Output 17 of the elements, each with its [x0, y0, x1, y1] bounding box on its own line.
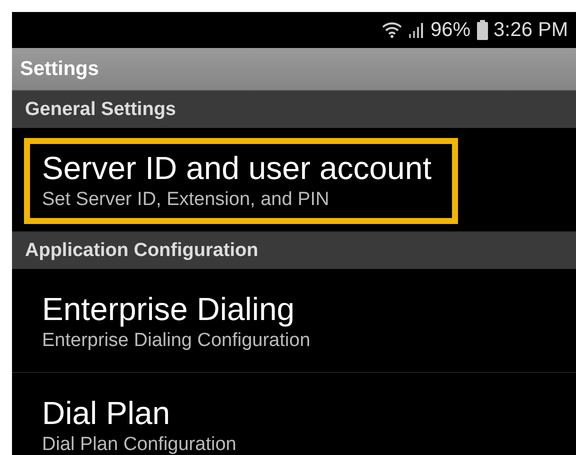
item-summary: Enterprise Dialing Configuration: [42, 329, 310, 353]
signal-icon: [408, 22, 424, 38]
battery-percentage: 96%: [430, 18, 471, 42]
section-header: General Settings: [25, 98, 176, 120]
wifi-icon: [382, 22, 402, 38]
clock-time: 3:26 PM: [494, 18, 568, 42]
section-header: Application Configuration: [25, 240, 258, 262]
item-summary: Dial Plan Configuration: [42, 433, 236, 455]
settings-item[interactable]: Enterprise Dialing Enterprise Dialing Configuration: [24, 279, 336, 365]
settings-item[interactable]: Server ID and user account Set Server ID, Extension, and PIN: [24, 138, 458, 224]
screen-title: Settings: [20, 58, 99, 80]
item-title: Dial Plan: [42, 394, 172, 433]
item-title: Server ID and user account: [42, 149, 432, 188]
settings-item[interactable]: Dial Plan Dial Plan Configuration: [24, 383, 262, 455]
item-title: Enterprise Dialing: [42, 290, 296, 329]
battery-icon: [476, 20, 488, 40]
item-summary: Set Server ID, Extension, and PIN: [42, 188, 330, 212]
